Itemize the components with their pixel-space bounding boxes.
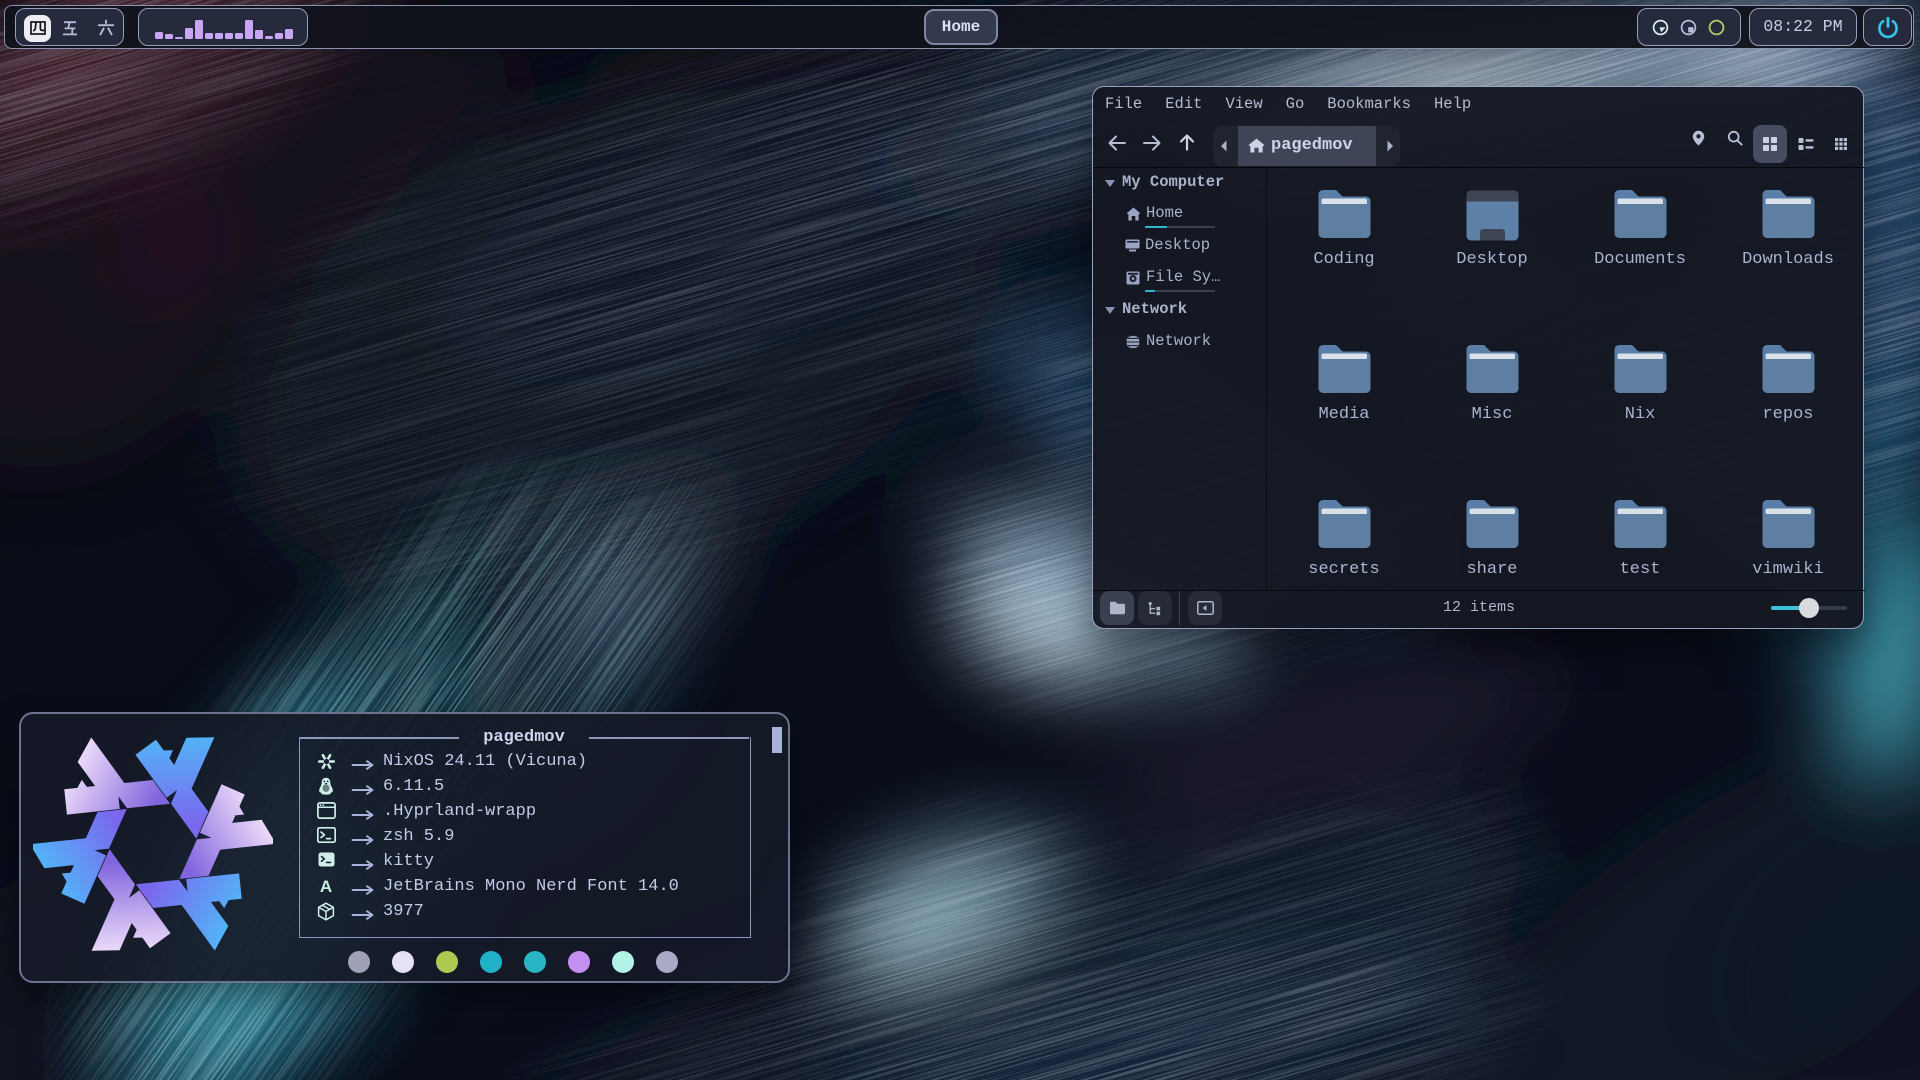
- svg-text:A: A: [320, 877, 332, 895]
